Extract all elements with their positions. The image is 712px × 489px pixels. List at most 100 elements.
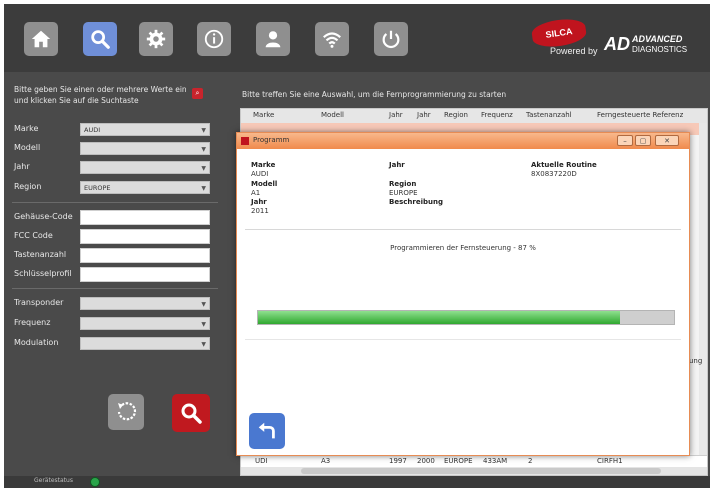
- label-region: Region: [389, 180, 417, 188]
- tastenanzahl-input[interactable]: [80, 248, 210, 263]
- value-marke: AUDI: [251, 170, 269, 178]
- frequenz-select[interactable]: ▼: [80, 317, 210, 330]
- vertical-scrollbar[interactable]: [699, 123, 707, 455]
- table-header: Marke Modell Jahr Jahr Region Frequenz T…: [241, 109, 707, 124]
- app-window: SILCA Powered by AD ADVANCED DIAGNOSTICS…: [4, 4, 710, 488]
- brand-area: SILCA Powered by AD ADVANCED DIAGNOSTICS: [530, 16, 702, 62]
- dialog-titlebar: Programm – ▢ ✕: [237, 133, 689, 149]
- gear-icon: [146, 29, 166, 49]
- region-value: EUROPE: [84, 184, 111, 192]
- search-icon: [181, 403, 202, 424]
- search-button[interactable]: [172, 394, 210, 432]
- column-header[interactable]: Marke: [253, 111, 274, 119]
- cell-modell: A3: [321, 457, 331, 465]
- label-modell: Modell: [14, 143, 41, 152]
- wifi-button[interactable]: [315, 22, 349, 56]
- cell-frequenz: 433AM: [483, 457, 508, 465]
- label-jahr: Jahr: [251, 198, 267, 206]
- fcc-code-input[interactable]: [80, 229, 210, 244]
- column-header[interactable]: Jahr: [389, 111, 403, 119]
- label-jahr: Jahr: [14, 162, 30, 171]
- cell-referenz: CIRFH1: [597, 457, 623, 465]
- cell-marke: UDI: [255, 457, 268, 465]
- value-modell: A1: [251, 189, 261, 197]
- column-header[interactable]: Jahr: [417, 111, 431, 119]
- maximize-button[interactable]: ▢: [635, 135, 651, 146]
- ad-logo: AD: [604, 34, 630, 54]
- status-bar: Gerätestatus: [4, 476, 710, 488]
- app-icon: [241, 137, 249, 145]
- device-status-label: Gerätestatus: [34, 477, 73, 484]
- label-routine: Aktuelle Routine: [531, 161, 597, 169]
- programm-dialog: Programm – ▢ ✕ Marke AUDI Modell A1 Jahr…: [236, 132, 690, 456]
- silca-logo: SILCA: [530, 16, 588, 50]
- chevron-down-icon: ▼: [201, 165, 206, 172]
- power-button[interactable]: [374, 22, 408, 56]
- top-toolbar: SILCA Powered by AD ADVANCED DIAGNOSTICS: [4, 4, 710, 72]
- label-schluesselprofil: Schlüsselprofil: [14, 269, 72, 278]
- column-text: ung: [689, 357, 703, 365]
- gehaeuse-code-input[interactable]: [80, 210, 210, 225]
- region-select[interactable]: EUROPE ▼: [80, 181, 210, 194]
- label-region: Region: [14, 182, 42, 191]
- close-button[interactable]: ✕: [655, 135, 679, 146]
- search-hint-icon: ⌕: [192, 88, 203, 99]
- wifi-icon: [323, 32, 341, 48]
- transponder-select[interactable]: ▼: [80, 297, 210, 310]
- user-button[interactable]: [256, 22, 290, 56]
- marke-select[interactable]: AUDI ▼: [80, 123, 210, 136]
- value-jahr: 2011: [251, 207, 269, 215]
- home-button[interactable]: [24, 22, 58, 56]
- chevron-down-icon: ▼: [201, 341, 206, 348]
- search-instruction: Bitte geben Sie einen oder mehrere Werte…: [14, 85, 187, 105]
- label-fcc: FCC Code: [14, 231, 53, 240]
- advanced-text: ADVANCED: [632, 34, 683, 44]
- modulation-select[interactable]: ▼: [80, 337, 210, 350]
- label-frequenz: Frequenz: [14, 318, 51, 327]
- value-routine: 8X0837220D: [531, 170, 577, 178]
- schluesselprofil-input[interactable]: [80, 267, 210, 282]
- search-icon: [91, 30, 110, 49]
- label-tastenanzahl: Tastenanzahl: [14, 250, 67, 259]
- reset-icon: [117, 402, 137, 421]
- chevron-down-icon: ▼: [201, 127, 206, 134]
- column-header[interactable]: Ferngesteuerte Referenz: [597, 111, 683, 119]
- scrollbar-thumb[interactable]: [301, 468, 661, 474]
- modell-select[interactable]: ▼: [80, 142, 210, 155]
- back-button[interactable]: [249, 413, 285, 449]
- column-header[interactable]: Tastenanzahl: [526, 111, 572, 119]
- settings-button[interactable]: [139, 22, 173, 56]
- horizontal-scrollbar[interactable]: [241, 467, 707, 475]
- minimize-button[interactable]: –: [617, 135, 633, 146]
- column-header[interactable]: Region: [444, 111, 468, 119]
- divider: [12, 202, 218, 203]
- jahr-select[interactable]: ▼: [80, 161, 210, 174]
- search-panel: Bitte geben Sie einen oder mehrere Werte…: [4, 72, 230, 488]
- divider: [12, 288, 218, 289]
- label-gehaeuse: Gehäuse-Code: [14, 212, 73, 221]
- device-status-indicator: [90, 477, 100, 487]
- dialog-title: Programm: [253, 136, 290, 144]
- info-icon: [204, 29, 224, 49]
- search-tab-button[interactable]: [83, 22, 117, 56]
- label-beschreibung: Beschreibung: [389, 198, 443, 206]
- value-region: EUROPE: [389, 189, 418, 197]
- divider: [245, 339, 681, 340]
- label-transponder: Transponder: [14, 298, 64, 307]
- chevron-down-icon: ▼: [201, 146, 206, 153]
- power-icon: [382, 30, 400, 49]
- results-heading: Bitte treffen Sie eine Auswahl, um die F…: [242, 90, 507, 99]
- chevron-down-icon: ▼: [201, 321, 206, 328]
- column-header[interactable]: Modell: [321, 111, 344, 119]
- user-icon: [265, 31, 281, 48]
- cell-region: EUROPE: [444, 457, 473, 465]
- label-modulation: Modulation: [14, 338, 59, 347]
- info-button[interactable]: [197, 22, 231, 56]
- column-header[interactable]: Frequenz: [481, 111, 513, 119]
- reset-button[interactable]: [108, 394, 144, 430]
- progress-bar: [257, 310, 675, 325]
- cell-jahr-to: 2000: [417, 457, 435, 465]
- marke-value: AUDI: [84, 126, 101, 134]
- cell-jahr-from: 1997: [389, 457, 407, 465]
- chevron-down-icon: ▼: [201, 185, 206, 192]
